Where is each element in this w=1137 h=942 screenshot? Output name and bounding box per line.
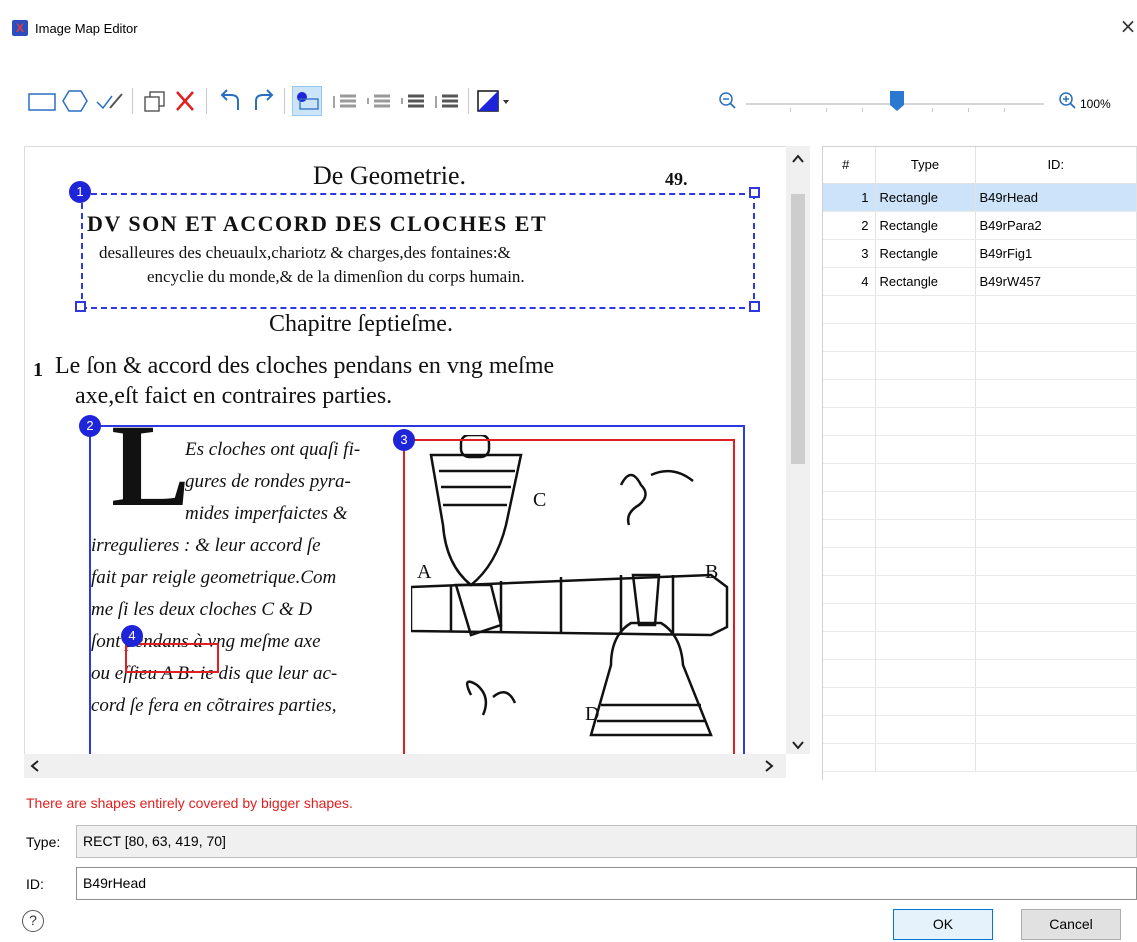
shape-number-badge: 2 — [79, 415, 101, 437]
resize-handle[interactable] — [749, 187, 760, 198]
empty-row — [823, 407, 1137, 436]
image-canvas[interactable]: De Geometrie. 49. DV SON ET ACCORD DES C… — [24, 146, 786, 754]
cancel-button[interactable]: Cancel — [1021, 909, 1121, 940]
overlap-warning: There are shapes entirely covered by big… — [26, 795, 353, 811]
shape-number-badge: 3 — [393, 429, 415, 451]
page-number: 49. — [665, 169, 688, 189]
row-id: B49rW457 — [975, 267, 1137, 296]
scroll-right-icon[interactable] — [764, 760, 774, 774]
polygon-tool-icon[interactable] — [60, 86, 90, 116]
page-header-title: De Geometrie. — [313, 161, 467, 190]
resize-handle[interactable] — [75, 301, 86, 312]
zoom-in-icon[interactable] — [1056, 86, 1080, 116]
row-type: Rectangle — [875, 211, 976, 240]
bring-forward-icon[interactable] — [364, 86, 394, 116]
help-icon[interactable]: ? — [22, 910, 44, 932]
scroll-left-icon[interactable] — [30, 760, 40, 774]
empty-row — [823, 547, 1137, 576]
id-input[interactable]: B49rHead — [76, 867, 1137, 900]
zoom-out-icon[interactable] — [716, 86, 740, 116]
app-icon — [12, 20, 28, 36]
column-header-number[interactable]: # — [823, 147, 876, 184]
empty-row — [823, 491, 1137, 520]
shapes-table: # Type ID: 1 Rectangle B49rHead 2 Rectan… — [822, 146, 1137, 780]
scroll-up-icon[interactable] — [792, 152, 804, 166]
empty-row — [823, 575, 1137, 604]
table-row[interactable]: 3 Rectangle B49rFig1 — [823, 239, 1137, 268]
row-id: B49rFig1 — [975, 239, 1137, 268]
horizontal-scrollbar[interactable] — [24, 754, 786, 778]
type-field: RECT [80, 63, 419, 70] — [76, 825, 1137, 858]
table-row[interactable]: 1 Rectangle B49rHead — [823, 183, 1137, 212]
row-id: B49rPara2 — [975, 211, 1137, 240]
row-number: 3 — [823, 239, 876, 268]
row-type: Rectangle — [875, 267, 976, 296]
undo-icon[interactable] — [216, 86, 244, 116]
column-header-type[interactable]: Type — [875, 147, 976, 184]
empty-row — [823, 463, 1137, 492]
rectangle-tool-icon[interactable] — [26, 86, 58, 116]
redo-icon[interactable] — [250, 86, 278, 116]
window-title: Image Map Editor — [35, 21, 138, 36]
vertical-scroll-thumb[interactable] — [791, 194, 805, 464]
id-label: ID: — [26, 876, 44, 892]
empty-row — [823, 631, 1137, 660]
duplicate-icon[interactable] — [142, 86, 168, 116]
empty-row — [823, 603, 1137, 632]
empty-row — [823, 715, 1137, 744]
paragraph-marker: 1 — [33, 359, 43, 381]
row-number: 2 — [823, 211, 876, 240]
send-to-back-icon[interactable] — [432, 86, 462, 116]
ok-button[interactable]: OK — [893, 909, 993, 940]
table-row[interactable]: 4 Rectangle B49rW457 — [823, 267, 1137, 296]
table-header-row: # Type ID: — [823, 147, 1137, 184]
zoom-level-label: 100% — [1080, 97, 1111, 111]
zoom-slider-thumb[interactable] — [889, 90, 905, 112]
empty-row — [823, 687, 1137, 716]
map-shape-3[interactable] — [403, 439, 735, 754]
empty-row — [823, 743, 1137, 772]
paragraph-line-1: Le ſon & accord des cloches pendans en v… — [55, 353, 555, 379]
delete-icon[interactable] — [172, 86, 198, 116]
type-label: Type: — [26, 834, 61, 850]
map-shape-4[interactable] — [125, 643, 219, 673]
row-number: 1 — [823, 183, 876, 212]
empty-row — [823, 323, 1137, 352]
chapter-heading: Chapitre ſeptieſme. — [269, 311, 453, 337]
shape-number-badge: 1 — [69, 181, 91, 203]
vertical-scrollbar[interactable] — [786, 146, 810, 754]
empty-row — [823, 351, 1137, 380]
row-type: Rectangle — [875, 239, 976, 268]
shape-number-badge: 4 — [121, 625, 143, 647]
show-numbers-toggle-icon[interactable] — [292, 86, 322, 116]
row-type: Rectangle — [875, 183, 976, 212]
empty-row — [823, 295, 1137, 324]
send-backward-icon[interactable] — [398, 86, 428, 116]
close-icon[interactable]: × — [1119, 16, 1137, 36]
row-number: 4 — [823, 267, 876, 296]
empty-row — [823, 435, 1137, 464]
empty-row — [823, 519, 1137, 548]
resize-handle[interactable] — [749, 301, 760, 312]
color-picker-icon[interactable] — [476, 86, 512, 116]
scroll-down-icon[interactable] — [792, 738, 804, 752]
title-bar: Image Map Editor × — [0, 0, 1137, 56]
row-id: B49rHead — [975, 183, 1137, 212]
edit-points-tool-icon[interactable] — [94, 86, 126, 116]
empty-row — [823, 659, 1137, 688]
table-row[interactable]: 2 Rectangle B49rPara2 — [823, 211, 1137, 240]
bring-to-front-icon[interactable] — [330, 86, 360, 116]
map-shape-1[interactable] — [81, 193, 755, 309]
column-header-id[interactable]: ID: — [975, 147, 1137, 184]
toolbar: 100% — [0, 80, 1137, 120]
empty-row — [823, 379, 1137, 408]
